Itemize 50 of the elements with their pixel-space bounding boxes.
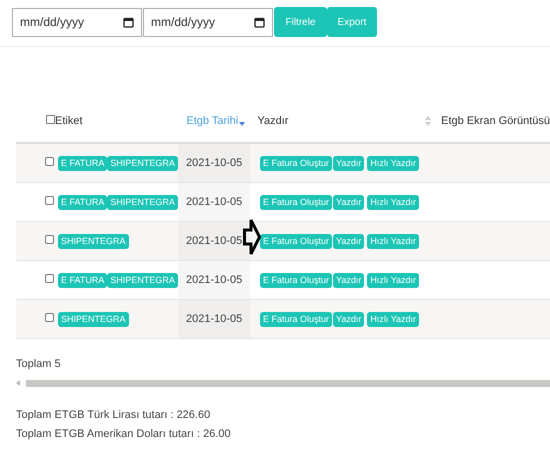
select-all-checkbox[interactable]: [46, 114, 55, 124]
row-checkbox[interactable]: [45, 274, 54, 283]
export-button[interactable]: Export: [327, 7, 377, 37]
row-checkbox[interactable]: [45, 157, 54, 166]
action-button[interactable]: Hızlı Yazdır: [367, 234, 420, 248]
tag: SHIPENTEGRA: [107, 156, 178, 170]
row-checkbox[interactable]: [45, 196, 54, 205]
tag: E FATURA: [58, 272, 108, 288]
date-to-field[interactable]: mm/dd/yyyy: [143, 8, 273, 36]
column-header[interactable]: Etgb Ekran Görüntüsü: [441, 112, 550, 130]
action-button[interactable]: Yazdır: [333, 234, 364, 248]
row-checkbox[interactable]: [45, 235, 54, 244]
total-count: Toplam 5: [16, 358, 61, 370]
date-cell-text: 2021-10-05: [186, 312, 242, 327]
date-cell-text: 2021-10-05: [186, 272, 242, 288]
sort-down-icon[interactable]: [239, 122, 246, 126]
action-button[interactable]: E Fatura Oluştur: [260, 234, 332, 248]
calendar-icon[interactable]: [254, 16, 265, 28]
action-button[interactable]: Yazdır: [333, 312, 364, 326]
action-button[interactable]: E Fatura Oluştur: [260, 194, 332, 210]
date-from-field[interactable]: mm/dd/yyyy: [12, 8, 142, 36]
summary-text: Toplam ETGB Türk Lirası tutarı : 226.60: [16, 408, 212, 423]
action-button[interactable]: Yazdır: [333, 272, 364, 288]
action-button[interactable]: Yazdır: [333, 194, 364, 210]
tag: SHIPENTEGRA: [58, 312, 129, 326]
tag: SHIPENTEGRA: [58, 234, 129, 248]
action-button[interactable]: Yazdır: [333, 156, 364, 170]
tag: SHIPENTEGRA: [107, 194, 178, 210]
action-button[interactable]: Hızlı Yazdır: [367, 156, 420, 170]
summary-text: Toplam ETGB Amerikan Doları tutarı : 26.00: [16, 426, 232, 442]
date-cell-text: 2021-10-05: [186, 156, 242, 171]
column-header[interactable]: Yazdır: [257, 112, 288, 130]
action-button[interactable]: Hızlı Yazdır: [367, 194, 420, 210]
row-checkbox[interactable]: [45, 313, 54, 322]
tag: E FATURA: [58, 156, 108, 170]
date-cell-text: 2021-10-05: [186, 194, 242, 210]
column-header[interactable]: Etgb Tarihi: [186, 112, 238, 130]
action-button[interactable]: Hızlı Yazdır: [367, 312, 420, 326]
tag: SHIPENTEGRA: [107, 272, 178, 288]
action-button[interactable]: Hızlı Yazdır: [367, 272, 420, 288]
tag: E FATURA: [58, 194, 108, 210]
calendar-icon[interactable]: [123, 16, 134, 28]
filter-button[interactable]: Filtrele: [274, 7, 327, 37]
action-button[interactable]: E Fatura Oluştur: [260, 312, 332, 326]
action-button[interactable]: E Fatura Oluştur: [260, 272, 332, 288]
column-header[interactable]: Etiket: [55, 112, 83, 130]
arrow-icon: [243, 218, 261, 256]
scrollbar-thumb[interactable]: [26, 380, 550, 386]
action-button[interactable]: E Fatura Oluştur: [260, 156, 332, 170]
date-cell-text: 2021-10-05: [186, 234, 242, 249]
